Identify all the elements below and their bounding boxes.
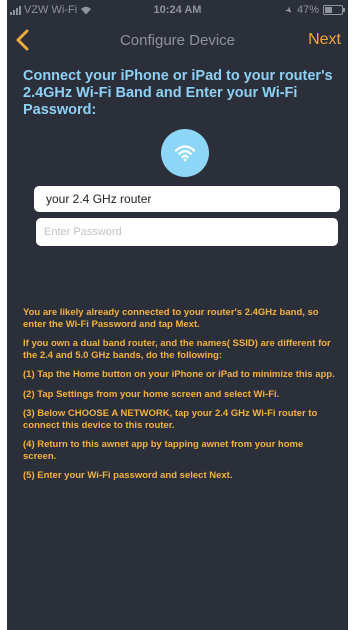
instruction-step: (4) Return to this awnet app by tapping … [23,439,304,462]
instruction-step: (3) Below CHOOSE A NETWORK, tap your 2.4… [23,408,318,431]
nav-title: Configure Device [119,32,236,49]
wifi-badge [161,129,209,177]
battery-percent: 47% [296,4,319,16]
navigation-bar: Configure Device Next [7,20,348,60]
page-heading: Connect your iPhone or iPad to your rout… [23,68,333,118]
instruction-step: (5) Enter your Wi-Fi password and select… [23,470,233,481]
wifi-icon [174,145,196,162]
location-arrow-icon: ➤ [283,3,296,16]
instruction-step: (1) Tap the Home button on your iPhone o… [23,369,335,380]
battery-level-fill [325,7,332,13]
instructions: You are likely already connected to your… [23,307,339,490]
battery-icon [323,5,345,15]
configure-device-screen: VZW Wi-Fi 10:24 AM ➤ 47% Configure Devic… [7,0,348,630]
ssid-field[interactable] [34,186,340,212]
status-right: ➤ 47% [283,3,345,16]
instruction-paragraph: You are likely already connected to your… [23,307,319,330]
password-field[interactable] [36,218,338,246]
instruction-step: (2) Tap Settings from your home screen a… [23,388,280,400]
next-button[interactable]: Next [308,31,341,49]
instruction-paragraph: If you own a dual band router, and the n… [23,338,331,361]
status-bar: VZW Wi-Fi 10:24 AM ➤ 47% [7,0,348,20]
